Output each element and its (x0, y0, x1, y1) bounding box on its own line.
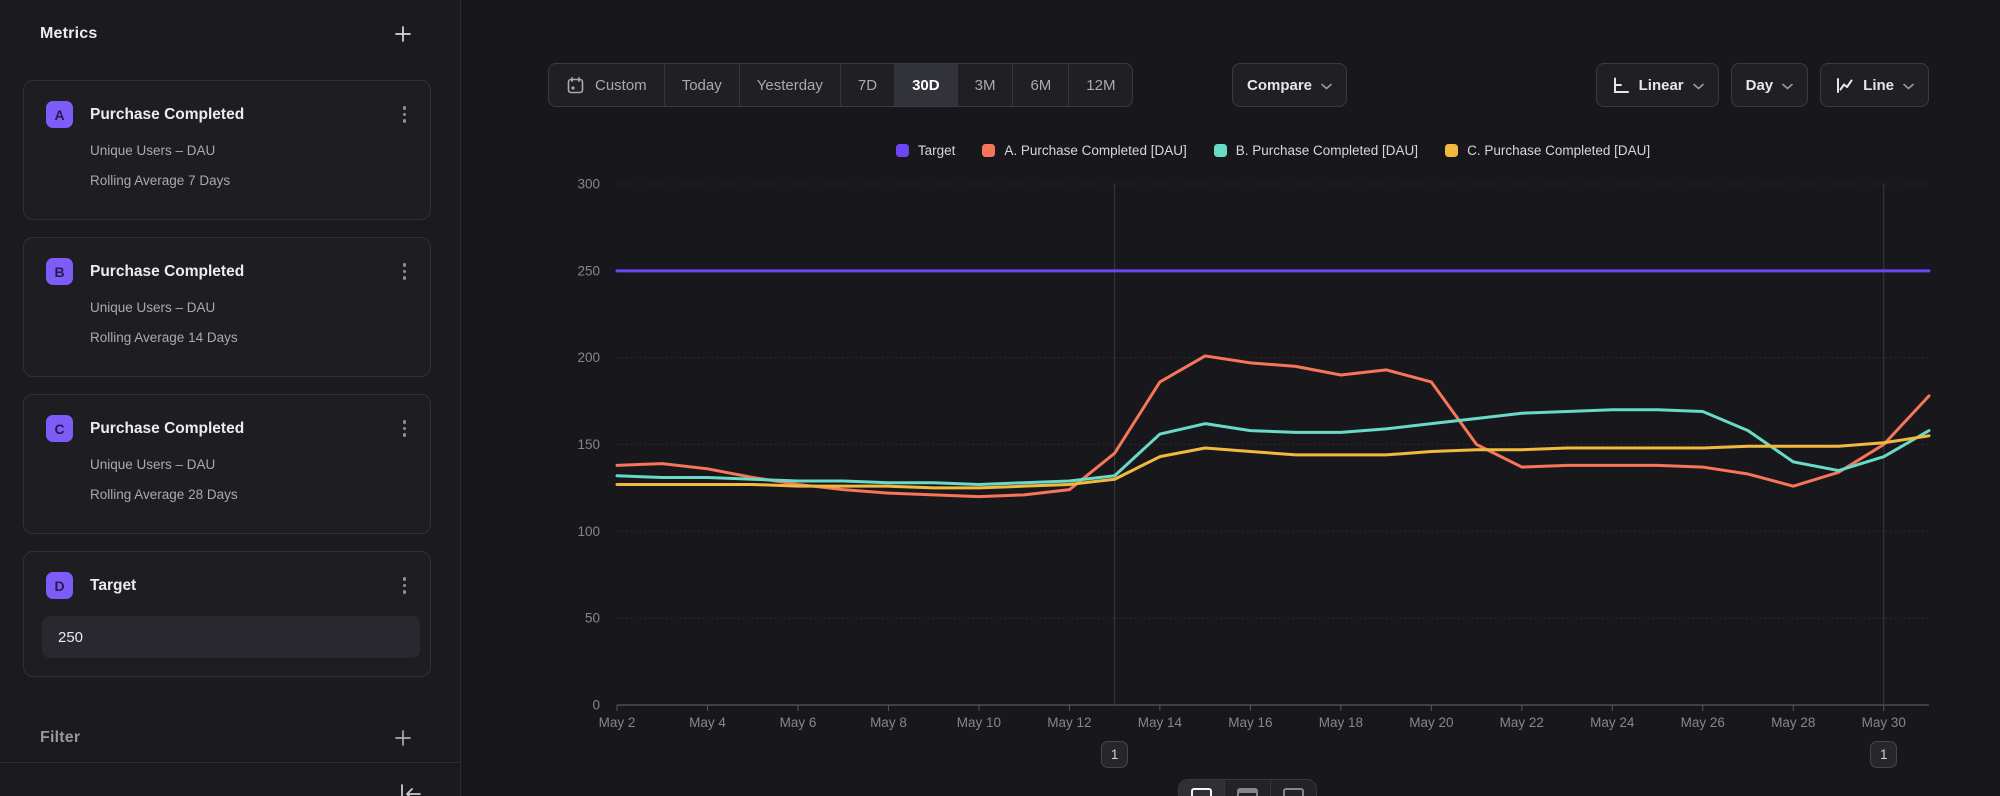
range-option-today[interactable]: Today (665, 64, 740, 106)
legend-item-target[interactable]: Target (896, 143, 956, 158)
annotation-badge[interactable]: 1 (1870, 741, 1897, 768)
metrics-sidebar: Metrics A Purchase Completed Unique User… (0, 0, 461, 796)
metric-card-b[interactable]: B Purchase Completed Unique Users – DAU … (23, 237, 431, 377)
svg-text:50: 50 (585, 611, 600, 626)
legend-item-c[interactable]: C. Purchase Completed [DAU] (1445, 143, 1650, 158)
target-value-input[interactable] (42, 616, 420, 658)
range-option-yesterday[interactable]: Yesterday (740, 64, 841, 106)
chart-large-icon (1283, 788, 1304, 796)
calendar-icon (566, 76, 585, 95)
granularity-select-button[interactable]: Day (1731, 63, 1809, 107)
target-card[interactable]: D Target (23, 551, 431, 677)
svg-text:May 18: May 18 (1319, 715, 1363, 730)
chart-small-icon (1191, 788, 1212, 796)
chart-panel: 0 50 100 150 200 250 300 May 2 May 4 May 6 May 8 Ma… (461, 0, 2000, 796)
svg-text:200: 200 (577, 350, 600, 365)
date-range-segmented-control: Custom Today Yesterday 7D 30D 3M 6M 12M (548, 63, 1133, 107)
linear-scale-icon (1611, 76, 1630, 95)
svg-text:May 12: May 12 (1047, 715, 1091, 730)
svg-text:May 10: May 10 (957, 715, 1001, 730)
chart-canvas[interactable]: 0 50 100 150 200 250 300 May 2 May 4 May 6 May 8 Ma… (461, 0, 2000, 796)
chevron-down-icon (1321, 83, 1332, 90)
add-metric-icon[interactable] (393, 24, 413, 44)
metrics-title: Metrics (40, 25, 97, 43)
svg-text:May 16: May 16 (1228, 715, 1272, 730)
svg-text:May 4: May 4 (689, 715, 726, 730)
chart-size-small-button[interactable] (1179, 780, 1225, 796)
chevron-down-icon (1782, 83, 1793, 90)
compare-button[interactable]: Compare (1232, 63, 1347, 107)
svg-text:May 14: May 14 (1138, 715, 1183, 730)
sidebar-divider (0, 762, 460, 763)
legend-item-a[interactable]: A. Purchase Completed [DAU] (982, 143, 1186, 158)
range-option-3m[interactable]: 3M (958, 64, 1014, 106)
line-chart-icon (1835, 76, 1854, 95)
chart-size-large-button[interactable] (1271, 780, 1316, 796)
svg-text:300: 300 (577, 177, 600, 192)
chart-size-toolbar (1178, 779, 1317, 796)
svg-text:May 2: May 2 (599, 715, 636, 730)
chevron-down-icon (1903, 83, 1914, 90)
add-filter-icon[interactable] (393, 728, 413, 748)
metric-menu-icon[interactable] (397, 102, 413, 127)
legend-swatch (1214, 144, 1227, 157)
metric-badge: D (46, 572, 73, 599)
chart-series-lines (617, 271, 1929, 497)
metric-badge: A (46, 101, 73, 128)
svg-text:May 8: May 8 (870, 715, 907, 730)
svg-text:May 24: May 24 (1590, 715, 1635, 730)
metric-title: Purchase Completed (90, 263, 397, 281)
filter-header: Filter (40, 728, 413, 748)
filter-title: Filter (40, 729, 80, 747)
svg-text:May 6: May 6 (780, 715, 817, 730)
range-option-12m[interactable]: 12M (1069, 64, 1132, 106)
chart-type-select-button[interactable]: Line (1820, 63, 1929, 107)
metric-measurement: Unique Users – DAU (90, 300, 412, 315)
legend-item-b[interactable]: B. Purchase Completed [DAU] (1214, 143, 1418, 158)
svg-text:250: 250 (577, 263, 600, 278)
svg-text:100: 100 (577, 524, 600, 539)
metric-card-a[interactable]: A Purchase Completed Unique Users – DAU … (23, 80, 431, 220)
app-window: Metrics A Purchase Completed Unique User… (0, 0, 2000, 796)
chevron-down-icon (1693, 83, 1704, 90)
metric-measurement: Unique Users – DAU (90, 143, 412, 158)
legend-swatch (1445, 144, 1458, 157)
chart-axis-labels: 0 50 100 150 200 250 300 May 2 May 4 May 6 May 8 Ma… (577, 177, 1905, 731)
metric-measurement: Unique Users – DAU (90, 457, 412, 472)
scale-select-button[interactable]: Linear (1596, 63, 1719, 107)
range-option-7d[interactable]: 7D (841, 64, 895, 106)
collapse-sidebar-icon[interactable] (398, 781, 424, 796)
chart-size-medium-button[interactable] (1225, 780, 1271, 796)
date-range-toolbar: Custom Today Yesterday 7D 30D 3M 6M 12M (548, 63, 1133, 107)
metric-menu-icon[interactable] (397, 416, 413, 441)
metric-transform: Rolling Average 14 Days (90, 330, 412, 345)
target-menu-icon[interactable] (397, 573, 413, 598)
svg-text:May 22: May 22 (1500, 715, 1544, 730)
range-option-6m[interactable]: 6M (1013, 64, 1069, 106)
svg-text:May 28: May 28 (1771, 715, 1815, 730)
legend-swatch (982, 144, 995, 157)
chart-legend: Target A. Purchase Completed [DAU] B. Pu… (617, 143, 1929, 158)
svg-text:150: 150 (577, 437, 600, 452)
target-title: Target (90, 577, 397, 595)
metric-title: Purchase Completed (90, 106, 397, 124)
metric-transform: Rolling Average 7 Days (90, 173, 412, 188)
svg-text:0: 0 (592, 698, 600, 713)
annotation-badge[interactable]: 1 (1101, 741, 1128, 768)
range-option-30d[interactable]: 30D (895, 64, 958, 106)
metric-menu-icon[interactable] (397, 259, 413, 284)
legend-swatch (896, 144, 909, 157)
range-option-custom[interactable]: Custom (549, 64, 665, 106)
metric-badge: B (46, 258, 73, 285)
svg-text:May 30: May 30 (1862, 715, 1906, 730)
metric-card-c[interactable]: C Purchase Completed Unique Users – DAU … (23, 394, 431, 534)
chart-options-toolbar: Linear Day Line (1596, 63, 1929, 107)
metric-transform: Rolling Average 28 Days (90, 487, 412, 502)
chart-medium-icon (1237, 788, 1258, 796)
svg-text:May 26: May 26 (1681, 715, 1725, 730)
metric-badge: C (46, 415, 73, 442)
metric-title: Purchase Completed (90, 420, 397, 438)
svg-text:May 20: May 20 (1409, 715, 1453, 730)
metrics-header: Metrics (40, 24, 413, 44)
